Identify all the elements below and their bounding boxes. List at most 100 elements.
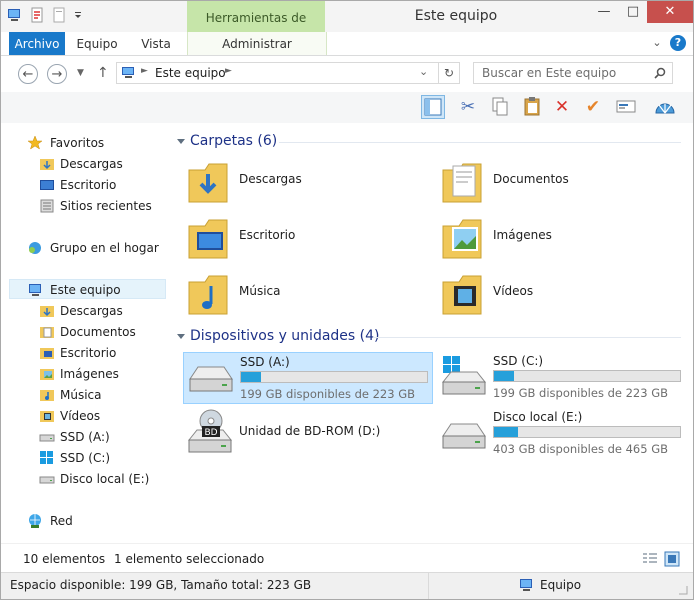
nav-item[interactable]: SSD (A:) [39, 427, 110, 447]
paste-icon[interactable] [520, 95, 544, 119]
nav-label: Descargas [60, 304, 123, 318]
refresh-button[interactable]: ↻ [438, 62, 460, 84]
nav-item[interactable]: Disco local (E:) [39, 469, 149, 489]
explorer-window: Herramientas de unidad Este equipo — □ ✕… [0, 0, 694, 600]
collapse-chevron-icon[interactable] [177, 139, 185, 144]
computer-icon[interactable] [7, 7, 23, 23]
tab-administrar[interactable]: Administrar [188, 32, 326, 55]
breadcrumb-chevron-icon[interactable]: ► [225, 66, 232, 76]
music-folder-icon [40, 390, 54, 401]
drive-name: SSD (A:) [240, 355, 290, 369]
window-title: Este equipo [414, 8, 498, 24]
folder-item[interactable]: Documentos [437, 156, 677, 208]
nav-item[interactable]: Descargas [39, 154, 123, 174]
computer-icon [122, 67, 134, 78]
nav-item[interactable]: Documentos [39, 322, 136, 342]
drive-usage-fill [241, 372, 262, 382]
folder-label: Escritorio [239, 228, 296, 242]
folder-label: Descargas [239, 172, 302, 186]
drive-item-ssd-c[interactable]: SSD (C:) 199 GB disponibles de 223 GB [437, 352, 687, 404]
copy-icon[interactable] [488, 95, 512, 119]
back-button[interactable]: ← [18, 64, 38, 84]
forward-button[interactable]: → [47, 64, 67, 84]
nav-item[interactable]: SSD (C:) [39, 448, 110, 468]
properties-card-icon[interactable] [614, 95, 638, 119]
nav-this-pc[interactable]: Este equipo [9, 279, 166, 299]
preview-pane-button[interactable] [421, 95, 445, 119]
folder-item[interactable]: Vídeos [437, 268, 677, 320]
large-icons-view-icon[interactable] [664, 551, 680, 567]
drive-usage-bar [493, 370, 681, 382]
nav-label: Sitios recientes [60, 199, 152, 213]
nav-item[interactable]: Imágenes [39, 364, 119, 384]
search-input[interactable]: Buscar en Este equipo [482, 66, 616, 80]
nav-label: Favoritos [50, 136, 105, 150]
folder-label: Documentos [493, 172, 569, 186]
nav-item[interactable]: Descargas [39, 301, 123, 321]
star-icon [27, 135, 43, 150]
collapse-chevron-icon[interactable] [177, 334, 185, 339]
group-header-devices[interactable]: Dispositivos y unidades (4) [190, 328, 380, 344]
group-divider [279, 142, 681, 143]
breadcrumb-item[interactable]: Este equipo [155, 66, 226, 80]
cut-icon[interactable]: ✂ [456, 95, 480, 119]
breadcrumb-chevron-icon[interactable]: ► [141, 66, 148, 76]
command-toolbar: ✂ ✕ ✔ [1, 92, 693, 124]
resize-grip-icon[interactable] [677, 584, 689, 596]
drive-item-ssd-a[interactable]: SSD (A:) 199 GB disponibles de 223 GB [183, 352, 433, 404]
selected-count: 1 elemento seleccionado [114, 552, 265, 566]
shell-icon[interactable] [653, 95, 677, 119]
nav-item[interactable]: Música [39, 385, 102, 405]
new-folder-icon[interactable] [51, 7, 67, 23]
nav-label: SSD (A:) [60, 430, 110, 444]
customize-qat-icon[interactable] [73, 7, 83, 23]
folder-item[interactable]: Escritorio [183, 212, 423, 264]
pictures-folder-icon [442, 219, 482, 259]
recent-locations-icon[interactable]: ▼ [77, 68, 84, 78]
minimize-button[interactable]: — [589, 1, 619, 23]
title-bar: Herramientas de unidad Este equipo — □ ✕ [1, 1, 693, 59]
nav-item[interactable]: Escritorio [39, 343, 116, 363]
drive-item-local-e[interactable]: Disco local (E:) 403 GB disponibles de 4… [437, 408, 687, 460]
nav-item[interactable]: Escritorio [39, 175, 116, 195]
maximize-button[interactable]: □ [618, 1, 648, 23]
close-button[interactable]: ✕ [647, 1, 693, 23]
tab-archivo[interactable]: Archivo [9, 32, 65, 55]
address-bar[interactable]: ► Este equipo ► ⌄ [116, 62, 460, 84]
folder-label: Vídeos [493, 284, 534, 298]
windows-drive-icon [40, 451, 53, 464]
nav-homegroup[interactable]: Grupo en el hogar [27, 238, 159, 258]
folder-item[interactable]: Imágenes [437, 212, 677, 264]
windows-drive-icon [441, 356, 487, 395]
nav-label: Este equipo [50, 283, 121, 297]
search-box[interactable]: Buscar en Este equipo [473, 62, 673, 84]
help-icon[interactable]: ? [670, 35, 686, 51]
delete-icon[interactable]: ✕ [550, 95, 574, 119]
details-bar: Espacio disponible: 199 GB, Tamaño total… [1, 572, 693, 599]
nav-favorites[interactable]: Favoritos [27, 133, 104, 153]
group-header-folders[interactable]: Carpetas (6) [190, 133, 277, 149]
address-dropdown-icon[interactable]: ⌄ [419, 65, 428, 78]
status-bar: 10 elementos 1 elemento seleccionado [1, 543, 693, 573]
tab-vista[interactable]: Vista [129, 32, 183, 55]
nav-label: Imágenes [60, 367, 119, 381]
folder-item[interactable]: Descargas [183, 156, 423, 208]
drive-icon [39, 434, 55, 442]
nav-item[interactable]: Sitios recientes [39, 196, 152, 216]
search-icon[interactable] [654, 67, 666, 79]
disk-space-info: Espacio disponible: 199 GB, Tamaño total… [10, 578, 312, 592]
desktop-folder-icon [40, 348, 54, 359]
rename-check-icon[interactable]: ✔ [581, 95, 605, 119]
folder-item[interactable]: Música [183, 268, 423, 320]
properties-icon[interactable] [29, 7, 45, 23]
tab-equipo[interactable]: Equipo [71, 32, 123, 55]
up-arrow-icon[interactable]: ↑ [97, 65, 109, 81]
nav-label: Escritorio [60, 178, 117, 192]
nav-label: Descargas [60, 157, 123, 171]
drive-item-bd-rom[interactable]: BD Unidad de BD-ROM (D:) [183, 408, 433, 460]
nav-label: Vídeos [60, 409, 101, 423]
nav-network[interactable]: Red [27, 511, 73, 531]
details-view-icon[interactable] [642, 552, 658, 566]
expand-ribbon-icon[interactable]: ⌄ [649, 35, 665, 51]
nav-item[interactable]: Vídeos [39, 406, 100, 426]
